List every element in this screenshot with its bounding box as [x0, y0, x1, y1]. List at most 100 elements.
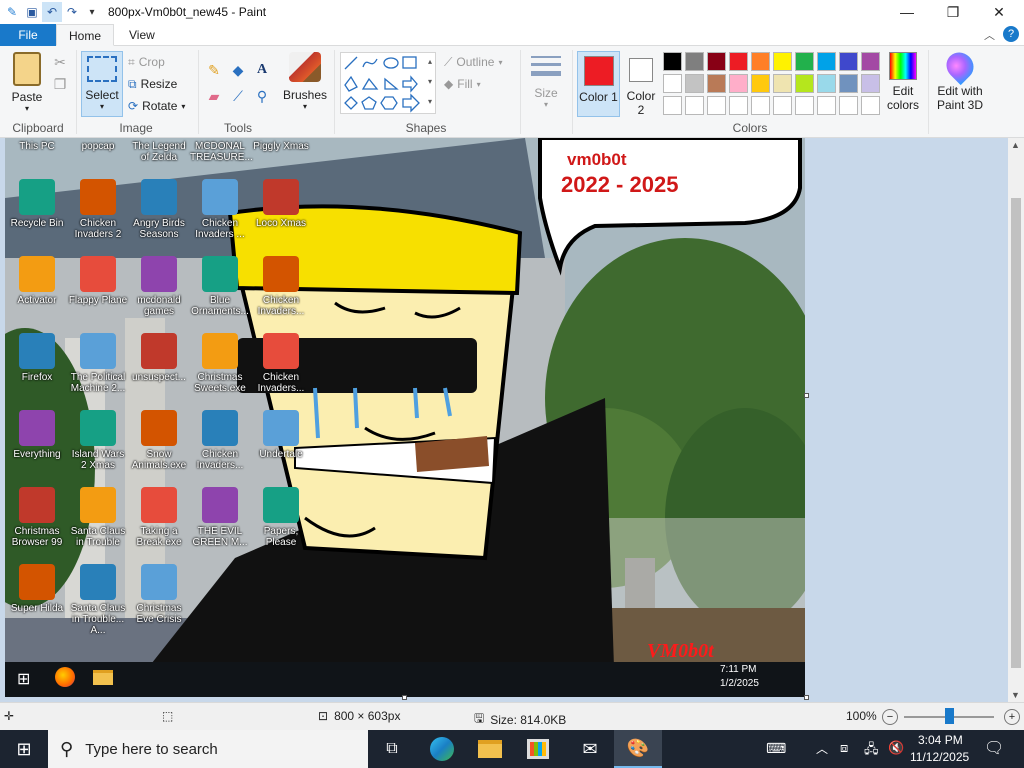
touch-keyboard-icon[interactable]: ⌨: [766, 740, 786, 757]
palette-swatch[interactable]: [729, 52, 748, 71]
desktop-icon-image: [80, 179, 116, 215]
volume-muted-icon[interactable]: 🔇: [888, 740, 904, 756]
minimize-button[interactable]: —: [884, 0, 930, 24]
help-icon[interactable]: ?: [1003, 26, 1019, 42]
file-explorer-icon[interactable]: [466, 730, 514, 768]
palette-swatch[interactable]: [839, 52, 858, 71]
desktop-icon: The Legend of Zelda: [129, 138, 189, 163]
eraser-icon[interactable]: ▰: [204, 86, 224, 106]
network-icon[interactable]: 🖧: [864, 740, 879, 762]
desktop-icon-label: This PC: [19, 141, 55, 152]
palette-swatch[interactable]: [663, 74, 682, 93]
zoom-out-button[interactable]: −: [882, 709, 898, 725]
palette-swatch[interactable]: [685, 52, 704, 71]
pencil-icon[interactable]: ✎: [204, 60, 224, 80]
maximize-button[interactable]: ❐: [930, 0, 976, 24]
vertical-scrollbar[interactable]: ▲ ▼: [1008, 138, 1024, 702]
edit-colors-button[interactable]: Edit colors: [882, 52, 924, 112]
palette-swatch[interactable]: [861, 74, 880, 93]
fill-bucket-icon[interactable]: ◆: [228, 60, 248, 80]
tab-view[interactable]: View: [117, 24, 167, 46]
magnifier-icon[interactable]: ⚲: [252, 86, 272, 106]
palette-swatch[interactable]: [707, 96, 726, 115]
text-icon[interactable]: A: [252, 60, 272, 80]
paste-button[interactable]: Paste ▾: [6, 52, 48, 113]
palette-swatch[interactable]: [685, 96, 704, 115]
store-icon[interactable]: [514, 730, 562, 768]
palette-swatch[interactable]: [795, 96, 814, 115]
copy-icon[interactable]: ❐: [50, 74, 70, 94]
outline-button[interactable]: ⟋ Outline ▾: [444, 52, 502, 72]
palette-swatch[interactable]: [751, 74, 770, 93]
zoom-slider-thumb[interactable]: [945, 708, 954, 724]
palette-swatch[interactable]: [663, 52, 682, 71]
task-view-icon[interactable]: ⧉: [368, 730, 416, 768]
selection-size: ⬚: [162, 709, 173, 723]
shapes-gallery[interactable]: [340, 52, 436, 114]
palette-swatch[interactable]: [795, 74, 814, 93]
undo-icon[interactable]: ↶: [42, 2, 62, 22]
palette-swatch[interactable]: [685, 74, 704, 93]
palette-swatch[interactable]: [729, 96, 748, 115]
mail-icon[interactable]: ✉: [566, 730, 614, 768]
crop-button[interactable]: ⌗ Crop: [128, 52, 165, 72]
palette-swatch[interactable]: [729, 74, 748, 93]
paint-canvas[interactable]: vm0b0t 2022 - 2025 VM0b0t This PC popcap T…: [5, 138, 805, 697]
desktop-icon-image: [80, 256, 116, 292]
taskbar-time[interactable]: 3:04 PM: [918, 733, 963, 747]
palette-swatch[interactable]: [861, 96, 880, 115]
edit-with-paint3d-button[interactable]: Edit with Paint 3D: [932, 46, 988, 112]
palette-swatch[interactable]: [751, 96, 770, 115]
canvas-resize-handle-corner[interactable]: [804, 695, 809, 700]
desktop-icon: MCDONAL TREASURE...: [190, 138, 253, 163]
minimize-ribbon-icon[interactable]: ︿: [984, 27, 995, 43]
scroll-thumb[interactable]: [1011, 198, 1021, 668]
close-button[interactable]: ✕: [976, 0, 1022, 24]
paint-taskbar-icon[interactable]: 🎨: [614, 730, 662, 768]
brushes-button[interactable]: Brushes ▾: [282, 52, 328, 111]
color2-button[interactable]: Color 2: [622, 51, 660, 117]
tab-file[interactable]: File: [0, 24, 56, 46]
desktop-icon: Chicken Invaders...: [251, 333, 311, 394]
rotate-button[interactable]: ⟳ Rotate ▾: [128, 96, 185, 116]
palette-swatch[interactable]: [795, 52, 814, 71]
paint-app-icon[interactable]: ✎: [2, 2, 22, 22]
palette-swatch[interactable]: [817, 52, 836, 71]
color-picker-icon[interactable]: ⟋: [228, 86, 248, 106]
edge-icon[interactable]: [418, 730, 466, 768]
save-icon[interactable]: ▣: [22, 2, 42, 22]
notifications-icon[interactable]: 🗨: [984, 738, 1004, 758]
palette-swatch[interactable]: [861, 52, 880, 71]
redo-icon[interactable]: ↷: [62, 2, 82, 22]
palette-swatch[interactable]: [707, 52, 726, 71]
palette-swatch[interactable]: [817, 74, 836, 93]
zoom-in-button[interactable]: +: [1004, 709, 1020, 725]
palette-swatch[interactable]: [773, 96, 792, 115]
customize-qat-icon[interactable]: ▾: [82, 2, 102, 22]
palette-swatch[interactable]: [773, 74, 792, 93]
palette-swatch[interactable]: [773, 52, 792, 71]
palette-swatch[interactable]: [839, 96, 858, 115]
desktop-icon-label: Chicken Invaders 2: [74, 218, 122, 240]
network-device-icon[interactable]: ⧈: [840, 740, 848, 756]
show-hidden-icons[interactable]: ︿: [816, 740, 828, 757]
start-button[interactable]: ⊞: [0, 730, 48, 768]
palette-swatch[interactable]: [751, 52, 770, 71]
taskbar-search-box[interactable]: ⚲ Type here to search: [48, 730, 368, 768]
palette-swatch[interactable]: [663, 96, 682, 115]
size-button[interactable]: Size ▾: [526, 54, 566, 109]
cut-icon[interactable]: ✂: [50, 52, 70, 72]
resize-button[interactable]: ⧉ Resize: [128, 74, 177, 94]
fill-button[interactable]: ◆ Fill ▾: [444, 74, 481, 94]
shapes-scroll[interactable]: ▴ ▾ ▾: [424, 52, 436, 114]
tab-home[interactable]: Home: [56, 24, 115, 46]
palette-swatch[interactable]: [817, 96, 836, 115]
select-button[interactable]: Select ▾: [81, 51, 123, 117]
canvas-resize-handle[interactable]: [804, 393, 809, 398]
palette-swatch[interactable]: [707, 74, 726, 93]
desktop-icon: Chicken Invaders...: [251, 256, 311, 317]
canvas-resize-handle-bottom[interactable]: [402, 695, 407, 700]
color1-button[interactable]: Color 1: [577, 51, 620, 117]
taskbar-date[interactable]: 11/12/2025: [910, 750, 969, 764]
palette-swatch[interactable]: [839, 74, 858, 93]
